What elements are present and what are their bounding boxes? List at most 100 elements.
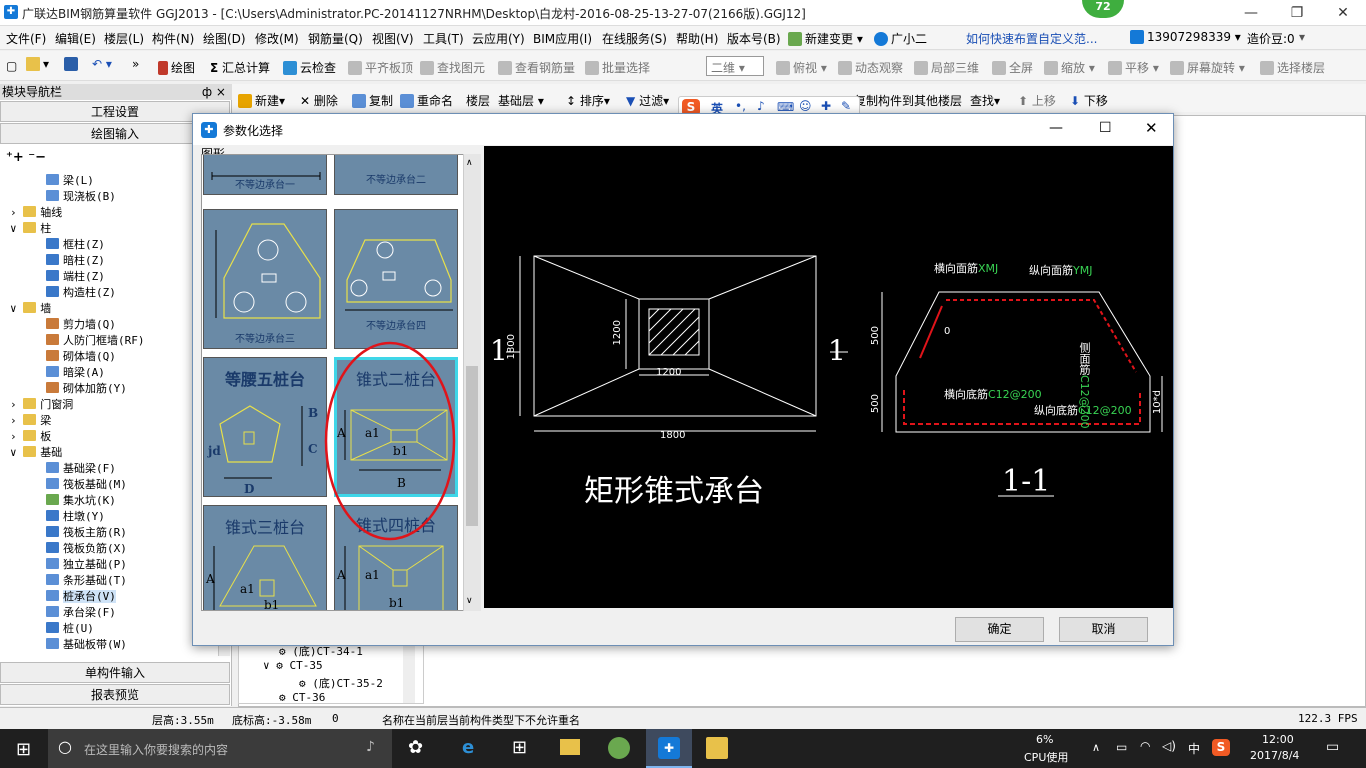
thumbnail-cone-three-pile[interactable]: 锥式三桩台 A a1 b1 xyxy=(203,505,327,610)
expand-collapse-icon[interactable]: ⁺+ ⁻− xyxy=(6,150,46,165)
ok-button[interactable]: 确定 xyxy=(955,617,1044,642)
menu-modify[interactable]: 修改(M) xyxy=(255,30,299,47)
local-3d-button[interactable]: 局部三维 xyxy=(914,59,979,76)
menu-cloud[interactable]: 云应用(Y) xyxy=(472,30,525,47)
save-icon[interactable] xyxy=(64,57,81,71)
windows-start-icon[interactable]: ⊞ xyxy=(16,739,31,760)
notepad-icon[interactable] xyxy=(706,737,728,759)
cancel-button[interactable]: 取消 xyxy=(1059,617,1148,642)
wrench-icon[interactable]: ✎ xyxy=(841,99,851,113)
tree-folder[interactable]: › 轴线 xyxy=(10,204,62,220)
tree-item[interactable]: 人防门框墙(RF) xyxy=(46,332,145,348)
overflow-chevron-icon[interactable]: » xyxy=(132,57,139,71)
fullscreen-button[interactable]: 全屏 xyxy=(992,59,1033,76)
file-explorer-icon[interactable] xyxy=(560,739,580,755)
tree-item[interactable]: 柱墩(Y) xyxy=(46,508,105,524)
tree-folder[interactable]: › 梁 xyxy=(10,412,51,428)
tree-item[interactable]: 暗梁(A) xyxy=(46,364,105,380)
top-view-button[interactable]: 俯视 ▾ xyxy=(776,59,827,76)
expand-toggle-icon[interactable]: ∨ xyxy=(10,302,23,315)
tree-item[interactable]: 构造柱(Z) xyxy=(46,284,116,300)
wifi-icon[interactable]: ◠ xyxy=(1140,739,1150,753)
tree-folder[interactable]: › 板 xyxy=(10,428,51,444)
tree-item[interactable]: 基础板带(W) xyxy=(46,636,127,652)
rename-button[interactable]: 重命名 xyxy=(400,92,453,109)
menu-file[interactable]: 文件(F) xyxy=(6,30,46,47)
batch-select-button[interactable]: 批量选择 xyxy=(585,59,650,76)
tree-item[interactable]: 暗柱(Z) xyxy=(46,252,105,268)
thumbnail-unequal-cap-4[interactable]: 不等边承台四 xyxy=(334,209,458,349)
tree-item[interactable]: 筏板基础(M) xyxy=(46,476,127,492)
menu-version[interactable]: 版本号(B) xyxy=(727,30,781,47)
thumbnail-unequal-cap-1[interactable]: 不等边承台一 xyxy=(203,155,327,195)
menu-draw[interactable]: 绘图(D) xyxy=(203,30,246,47)
shirt-icon[interactable]: ✚ xyxy=(821,99,831,113)
task-view-icon[interactable]: ✿ xyxy=(408,737,423,758)
tree-item[interactable]: 筏板负筋(X) xyxy=(46,540,127,556)
list-item[interactable]: ⚙ (底)CT-35-2 xyxy=(299,675,383,691)
volume-icon[interactable]: ◁) xyxy=(1162,739,1176,753)
zoom-button[interactable]: 缩放 ▾ xyxy=(1044,59,1095,76)
find-element-button[interactable]: 查找图元 xyxy=(420,59,485,76)
menu-help[interactable]: 帮助(H) xyxy=(676,30,718,47)
thumbnail-unequal-cap-3[interactable]: 不等边承台三 xyxy=(203,209,327,349)
expand-toggle-icon[interactable]: › xyxy=(10,430,23,443)
tree-item[interactable]: 承台梁(F) xyxy=(46,604,116,620)
report-preview-button[interactable]: 报表预览 xyxy=(0,684,230,705)
thumbnail-unequal-cap-2[interactable]: 不等边承台二 xyxy=(334,155,458,195)
tree-item[interactable]: 端柱(Z) xyxy=(46,268,105,284)
move-down-button[interactable]: ⬇ 下移 xyxy=(1070,92,1108,109)
menu-floor[interactable]: 楼层(L) xyxy=(104,30,144,47)
close-button[interactable]: ✕ xyxy=(1320,0,1366,26)
move-up-button[interactable]: ⬆ 上移 xyxy=(1018,92,1056,109)
sogou-tray-icon[interactable]: S xyxy=(1212,739,1230,756)
dynamic-view-button[interactable]: 动态观察 xyxy=(838,59,903,76)
tree-folder[interactable]: ∨ 墙 xyxy=(10,300,51,316)
tree-item[interactable]: 现浇板(B) xyxy=(46,188,116,204)
action-center-icon[interactable]: ▭ xyxy=(1326,739,1339,755)
menu-bim[interactable]: BIM应用(I) xyxy=(533,30,592,47)
dialog-close-button[interactable]: ✕ xyxy=(1145,119,1158,137)
maximize-button[interactable]: ❐ xyxy=(1274,0,1320,26)
microphone-icon[interactable]: ♪ xyxy=(366,739,375,755)
ime-punct-icon[interactable]: •, xyxy=(735,99,746,113)
menu-component[interactable]: 构件(N) xyxy=(152,30,194,47)
thumbnail-cone-four-pile[interactable]: 锥式四桩台 A a1 b1 xyxy=(334,505,458,610)
new-component-button[interactable]: 新建▾ xyxy=(238,92,285,109)
ime-mode[interactable]: 中 xyxy=(1188,740,1200,757)
delete-button[interactable]: ✕ 删除 xyxy=(300,92,338,109)
new-change-button[interactable]: 新建变更 ▾ xyxy=(788,30,863,47)
battery-icon[interactable]: ▭ xyxy=(1116,740,1127,754)
browser-app-icon[interactable] xyxy=(608,737,630,759)
tree-folder[interactable]: ∨ 柱 xyxy=(10,220,51,236)
open-folder-icon[interactable]: ▾ xyxy=(26,57,49,71)
scroll-down-icon[interactable]: ∨ xyxy=(466,596,473,606)
menu-edit[interactable]: 编辑(E) xyxy=(55,30,96,47)
menu-tools[interactable]: 工具(T) xyxy=(423,30,464,47)
more-chevron-icon[interactable]: ▾ xyxy=(1299,30,1305,44)
list-scrollbar[interactable] xyxy=(403,641,415,703)
draw-button[interactable]: 绘图 xyxy=(158,59,195,76)
find-button[interactable]: 查找▾ xyxy=(970,92,1000,109)
tree-item[interactable]: 桩承台(V) xyxy=(46,588,116,604)
view-mode-select[interactable]: 二维 ▾ xyxy=(706,56,764,76)
tree-folder[interactable]: ∨ 基础 xyxy=(10,444,62,460)
edge-browser-icon[interactable]: e xyxy=(462,737,474,758)
expand-toggle-icon[interactable]: › xyxy=(10,398,23,411)
copy-to-floors-button[interactable]: 复制构件到其他楼层 xyxy=(854,92,962,109)
menu-view[interactable]: 视图(V) xyxy=(372,30,414,47)
view-rebar-button[interactable]: 查看钢筋量 xyxy=(498,59,575,76)
tree-item[interactable]: 条形基础(T) xyxy=(46,572,127,588)
select-floor-button[interactable]: 选择楼层 xyxy=(1260,59,1325,76)
taskbar-search-box[interactable]: ○ 在这里输入你要搜索的内容 ♪ xyxy=(48,729,392,768)
tree-item[interactable]: 剪力墙(Q) xyxy=(46,316,116,332)
thumbnail-scrollbar[interactable]: ∧ ∨ xyxy=(463,154,481,611)
floor-select[interactable]: 基础层 ▾ xyxy=(498,92,544,109)
tree-item[interactable]: 集水坑(K) xyxy=(46,492,116,508)
tree-item[interactable]: 基础梁(F) xyxy=(46,460,116,476)
minimize-button[interactable]: — xyxy=(1228,0,1274,26)
expand-toggle-icon[interactable]: › xyxy=(10,414,23,427)
help-link[interactable]: 如何快速布置自定义范... xyxy=(966,30,1097,47)
tree-item[interactable]: 筏板主筋(R) xyxy=(46,524,127,540)
tree-item[interactable]: 梁(L) xyxy=(46,172,94,188)
